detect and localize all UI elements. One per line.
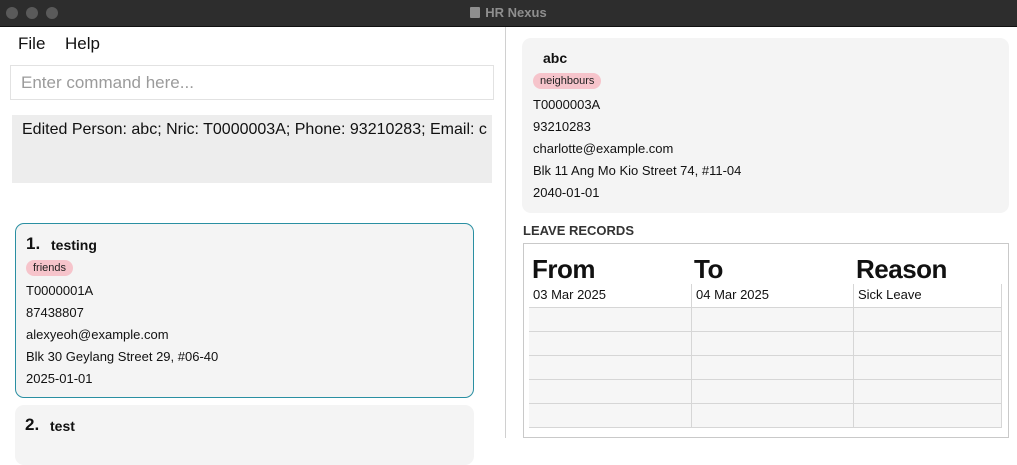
menu-help[interactable]: Help bbox=[65, 34, 100, 54]
table-row bbox=[529, 332, 1002, 356]
column-header-to[interactable]: To bbox=[694, 254, 723, 285]
person-card[interactable]: 2. test bbox=[15, 405, 474, 465]
detail-name: abc bbox=[543, 50, 568, 66]
cell-to bbox=[691, 308, 853, 332]
cell-reason bbox=[853, 308, 1002, 332]
detail-date: 2040-01-01 bbox=[533, 185, 600, 200]
cell-from bbox=[529, 332, 691, 356]
cell-from bbox=[529, 356, 691, 380]
leave-records-table: From To Reason 03 Mar 2025 04 Mar 2025 S… bbox=[523, 243, 1009, 438]
cell-reason bbox=[853, 356, 1002, 380]
table-row bbox=[529, 356, 1002, 380]
cell-to bbox=[691, 356, 853, 380]
command-input[interactable] bbox=[10, 65, 494, 100]
table-row bbox=[529, 404, 1002, 428]
cell-from: 03 Mar 2025 bbox=[533, 287, 606, 302]
detail-nric: T0000003A bbox=[533, 97, 601, 112]
person-email: alexyeoh@example.com bbox=[26, 327, 169, 342]
cell-to bbox=[691, 404, 853, 428]
menu-bar: File Help bbox=[0, 27, 505, 63]
person-date: 2025-01-01 bbox=[26, 371, 93, 386]
cell-to bbox=[691, 332, 853, 356]
column-header-reason[interactable]: Reason bbox=[856, 254, 947, 285]
person-tag: friends bbox=[26, 260, 74, 276]
leave-records-title: LEAVE RECORDS bbox=[523, 223, 634, 238]
detail-address: Blk 11 Ang Mo Kio Street 74, #11-04 bbox=[533, 163, 742, 178]
person-phone: 87438807 bbox=[26, 305, 84, 320]
person-name: testing bbox=[51, 237, 97, 253]
detail-email: charlotte@example.com bbox=[533, 141, 674, 156]
window-title-text: HR Nexus bbox=[485, 5, 547, 20]
person-index: 2. bbox=[25, 415, 40, 434]
menu-file[interactable]: File bbox=[18, 34, 45, 54]
cell-to bbox=[691, 380, 853, 404]
window-title: HR Nexus bbox=[0, 5, 1017, 20]
cell-from bbox=[529, 308, 691, 332]
cell-reason bbox=[853, 404, 1002, 428]
cell-from bbox=[529, 380, 691, 404]
column-header-from[interactable]: From bbox=[532, 254, 596, 285]
app-icon bbox=[470, 7, 481, 18]
cell-from bbox=[529, 404, 691, 428]
detail-phone: 93210283 bbox=[533, 119, 591, 134]
person-name: test bbox=[50, 418, 75, 434]
person-card[interactable]: 1. testing friends T0000001A 87438807 al… bbox=[15, 223, 474, 398]
table-row[interactable]: 03 Mar 2025 04 Mar 2025 Sick Leave bbox=[529, 284, 1002, 308]
person-nric: T0000001A bbox=[26, 283, 94, 298]
right-pane: abc neighbours T0000003A 93210283 charlo… bbox=[506, 27, 1017, 438]
table-row bbox=[529, 308, 1002, 332]
result-display: Edited Person: abc; Nric: T0000003A; Pho… bbox=[12, 115, 492, 183]
cell-to: 04 Mar 2025 bbox=[691, 284, 853, 308]
detail-tag: neighbours bbox=[533, 73, 602, 89]
table-row bbox=[529, 380, 1002, 404]
cell-reason: Sick Leave bbox=[853, 284, 1002, 308]
cell-reason bbox=[853, 380, 1002, 404]
person-index: 1. bbox=[26, 234, 41, 253]
result-text: Edited Person: abc; Nric: T0000003A; Pho… bbox=[22, 121, 487, 138]
person-address: Blk 30 Geylang Street 29, #06-40 bbox=[26, 349, 219, 364]
cell-reason bbox=[853, 332, 1002, 356]
title-bar: HR Nexus bbox=[0, 0, 1017, 27]
person-detail-card: abc neighbours T0000003A 93210283 charlo… bbox=[522, 38, 1009, 213]
left-pane: File Help Edited Person: abc; Nric: T000… bbox=[0, 27, 505, 465]
